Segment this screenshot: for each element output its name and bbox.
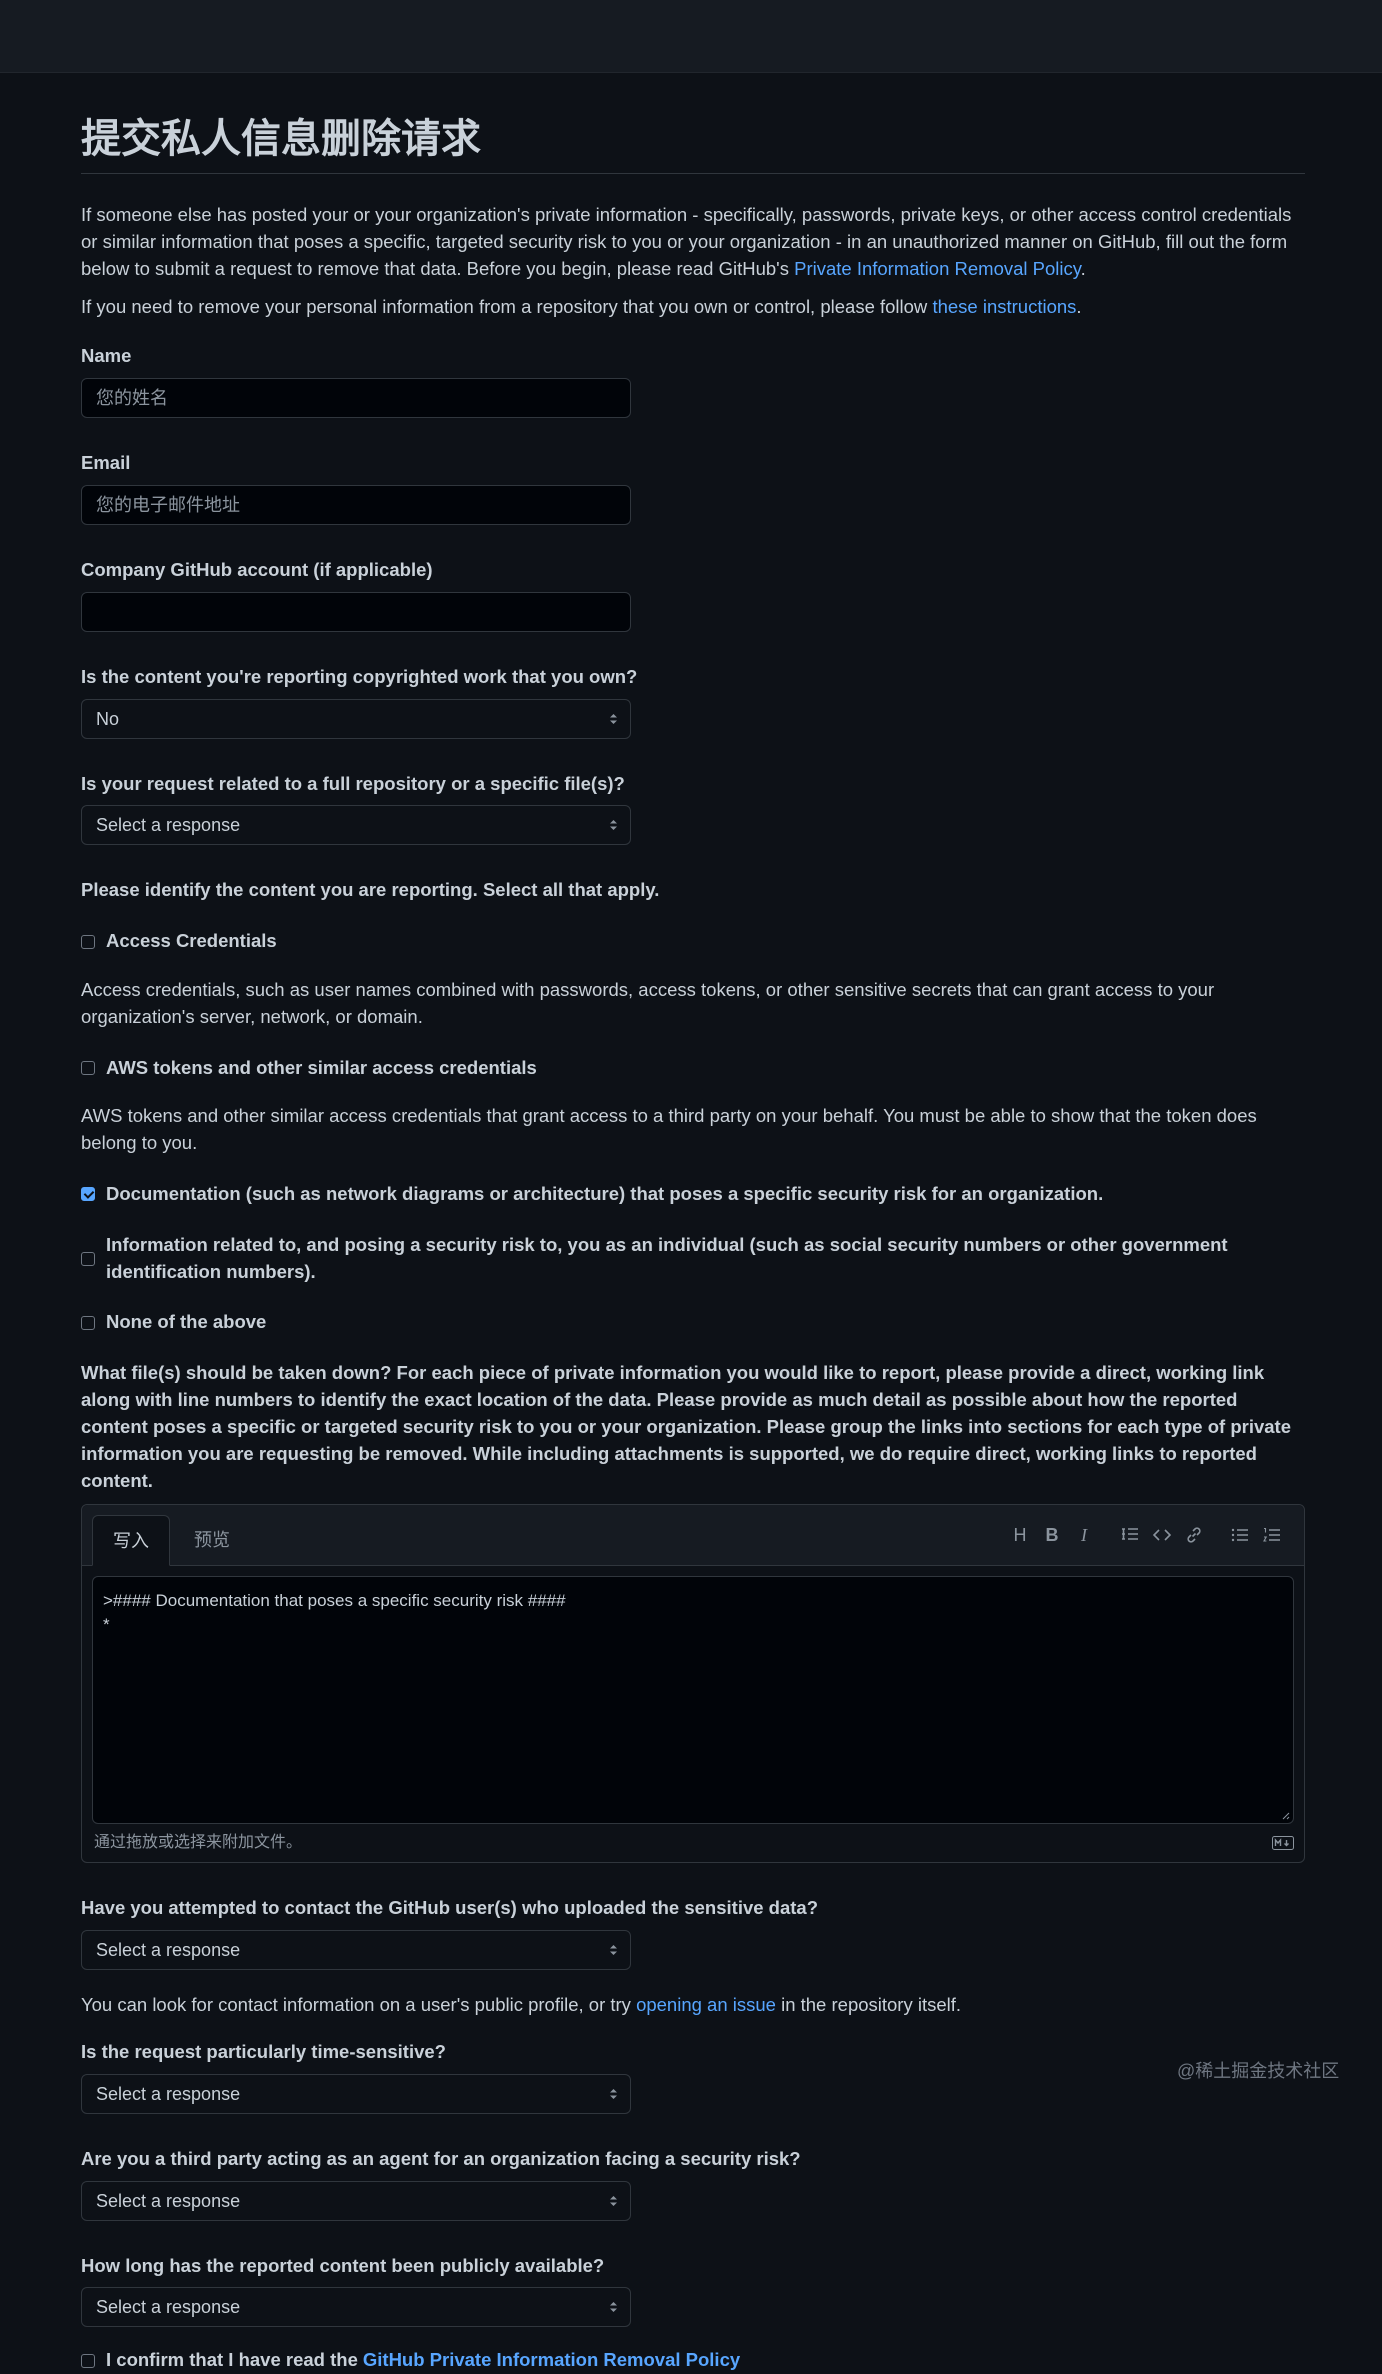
contacted-label: Have you attempted to contact the GitHub…	[81, 1897, 819, 1919]
top-navigation-bar	[0, 0, 1382, 73]
select-arrows-icon	[609, 1943, 618, 1957]
copyright-label: Is the content you're reporting copyrigh…	[81, 665, 638, 687]
select-arrows-icon	[609, 2194, 618, 2208]
attach-files-hint[interactable]: 通过拖放或选择来附加文件。	[94, 1834, 302, 1851]
option-none[interactable]: None of the above	[81, 1309, 1305, 1336]
email-input[interactable]: 您的电子邮件地址	[81, 484, 631, 525]
github-policy-link[interactable]: GitHub Private Information Removal Polic…	[363, 2347, 740, 2374]
quote-icon[interactable]	[1114, 1519, 1146, 1551]
opening-an-issue-link[interactable]: opening an issue	[636, 1994, 776, 2015]
personal-info-paragraph: If you need to remove your personal info…	[81, 296, 1082, 318]
checkbox[interactable]	[81, 1315, 95, 1330]
contacted-select[interactable]: Select a response	[81, 1930, 631, 1971]
private-info-policy-link[interactable]: Private Information Removal Policy	[794, 258, 1081, 279]
intro-paragraph: If someone else has posted your or your …	[81, 204, 1292, 279]
copyright-select[interactable]: No	[81, 698, 631, 739]
option-aws-tokens[interactable]: AWS tokens and other similar access cred…	[81, 1055, 1305, 1082]
option-documentation[interactable]: Documentation (such as network diagrams …	[81, 1181, 1305, 1208]
files-label: What file(s) should be taken down? For e…	[81, 1362, 1291, 1491]
select-arrows-icon	[609, 712, 618, 726]
select-arrows-icon	[609, 2300, 618, 2314]
resize-handle-icon[interactable]	[1280, 1810, 1290, 1820]
bold-icon[interactable]: B	[1036, 1519, 1068, 1551]
company-account-input[interactable]	[81, 591, 631, 632]
checkbox-checked[interactable]	[81, 1187, 95, 1202]
ordered-list-icon[interactable]	[1256, 1519, 1288, 1551]
code-icon[interactable]	[1146, 1519, 1178, 1551]
option-description: Access credentials, such as user names c…	[81, 978, 1215, 1027]
third-party-select[interactable]: Select a response	[81, 2180, 631, 2221]
scope-select[interactable]: Select a response	[81, 805, 631, 846]
markdown-editor: 写入 预览 H B I >#### Documentation that pos…	[81, 1504, 1305, 1864]
identify-content-label: Please identify the content you are repo…	[81, 879, 660, 901]
watermark: @稀土掘金技术社区	[1177, 2061, 1340, 2081]
company-account-label: Company GitHub account (if applicable)	[81, 558, 433, 580]
tab-preview[interactable]: 预览	[174, 1515, 250, 1565]
option-description: AWS tokens and other similar access cred…	[81, 1105, 1257, 1154]
third-party-label: Are you a third party acting as an agent…	[81, 2147, 801, 2169]
confirm-policy-row[interactable]: I confirm that I have read the GitHub Pr…	[81, 2347, 1305, 2374]
checkbox[interactable]	[81, 934, 95, 949]
select-arrows-icon	[609, 818, 618, 832]
these-instructions-link[interactable]: these instructions	[932, 296, 1076, 317]
select-arrows-icon	[609, 2087, 618, 2101]
files-textarea[interactable]: >#### Documentation that poses a specifi…	[92, 1576, 1294, 1825]
duration-select[interactable]: Select a response	[81, 2287, 631, 2328]
time-sensitive-label: Is the request particularly time-sensiti…	[81, 2040, 446, 2062]
time-sensitive-select[interactable]: Select a response	[81, 2073, 631, 2114]
form-container: 提交私人信息删除请求 If someone else has posted yo…	[0, 113, 1305, 2374]
link-icon[interactable]	[1178, 1519, 1210, 1551]
editor-header: 写入 预览 H B I	[82, 1505, 1304, 1567]
markdown-icon	[1272, 1836, 1294, 1851]
unordered-list-icon[interactable]	[1224, 1519, 1256, 1551]
page-title: 提交私人信息删除请求	[81, 113, 1305, 174]
duration-label: How long has the reported content been p…	[81, 2254, 605, 2276]
name-input[interactable]: 您的姓名	[81, 378, 631, 419]
tab-write[interactable]: 写入	[92, 1515, 170, 1567]
heading-icon[interactable]: H	[1004, 1519, 1036, 1551]
italic-icon[interactable]: I	[1068, 1519, 1100, 1551]
option-access-credentials[interactable]: Access Credentials	[81, 928, 1305, 955]
editor-toolbar: H B I	[1004, 1519, 1288, 1551]
checkbox[interactable]	[81, 1060, 95, 1075]
checkbox[interactable]	[81, 1251, 95, 1266]
confirm-checkbox[interactable]	[81, 2353, 95, 2368]
editor-footer: 通过拖放或选择来附加文件。	[82, 1824, 1304, 1862]
name-label: Name	[81, 345, 132, 367]
scope-label: Is your request related to a full reposi…	[81, 772, 625, 794]
option-individual-info[interactable]: Information related to, and posing a sec…	[81, 1232, 1305, 1286]
email-label: Email	[81, 452, 131, 474]
contact-hint: You can look for contact information on …	[81, 1994, 962, 2016]
